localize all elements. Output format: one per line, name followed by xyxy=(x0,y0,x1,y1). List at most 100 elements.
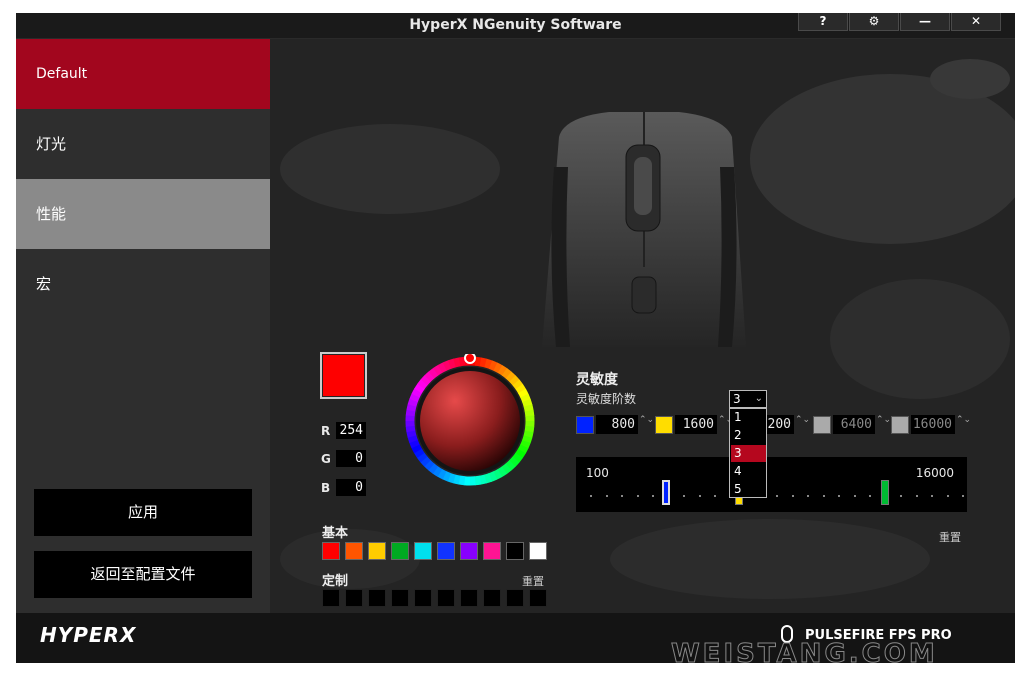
slider-tick xyxy=(636,495,639,497)
sidebar: Default 灯光 性能 宏 应用 返回至配置文件 xyxy=(16,39,270,613)
dpi-stage-value[interactable]: 6400 xyxy=(833,415,875,434)
dpi-stepper[interactable]: ⌃⌄ xyxy=(639,416,654,435)
basic-color-swatch[interactable] xyxy=(529,542,547,560)
slider-tick xyxy=(900,495,902,497)
dpi-stage-color-swatch[interactable] xyxy=(655,416,673,434)
custom-color-swatch[interactable] xyxy=(506,589,524,607)
slider-tick xyxy=(791,495,794,497)
minimize-button[interactable]: — xyxy=(900,13,950,31)
r-label: R xyxy=(321,424,331,438)
stage-count-option[interactable]: 4 xyxy=(731,463,766,480)
help-button[interactable]: ? xyxy=(798,13,848,31)
slider-min-label: 100 xyxy=(586,466,609,480)
slider-tick xyxy=(714,495,716,497)
settings-button[interactable]: ⚙ xyxy=(849,13,899,31)
stage-count-option[interactable]: 2 xyxy=(731,427,766,444)
stage-count-option[interactable]: 1 xyxy=(731,409,766,426)
custom-colors-label: 定制 xyxy=(322,574,349,589)
dpi-stage-color-swatch[interactable] xyxy=(813,416,831,434)
custom-reset-link[interactable]: 重置 xyxy=(522,573,544,589)
basic-color-swatch[interactable] xyxy=(322,542,340,560)
title-bar: HyperX NGenuity Software ? ⚙ — ✕ xyxy=(16,13,1015,39)
return-to-profile-button[interactable]: 返回至配置文件 xyxy=(34,551,252,598)
slider-tick xyxy=(776,495,778,497)
custom-color-swatch[interactable] xyxy=(529,589,547,607)
dpi-stepper[interactable]: ⌃⌄ xyxy=(795,416,810,435)
sensitivity-title: 灵敏度 xyxy=(576,372,618,388)
dpi-stage-value[interactable]: 800 xyxy=(596,415,638,434)
g-input[interactable]: 0 xyxy=(336,450,366,467)
slider-tick xyxy=(822,495,825,497)
slider-tick xyxy=(931,495,933,497)
hyperx-logo: HYPERX xyxy=(40,623,136,647)
basic-color-swatch[interactable] xyxy=(414,542,432,560)
slider-tick xyxy=(946,495,949,497)
mouse-image xyxy=(542,112,746,347)
slider-tick xyxy=(652,495,654,497)
custom-color-swatch[interactable] xyxy=(368,589,386,607)
dpi-stepper[interactable]: ⌃⌄ xyxy=(956,416,971,435)
dpi-stage-color-swatch[interactable] xyxy=(891,416,909,434)
basic-color-swatch[interactable] xyxy=(506,542,524,560)
custom-color-swatch[interactable] xyxy=(322,589,340,607)
slider-tick xyxy=(962,495,964,497)
close-button[interactable]: ✕ xyxy=(951,13,1001,31)
slider-tick xyxy=(590,495,592,497)
slider-stage-marker[interactable] xyxy=(881,480,890,505)
stage-count-option[interactable]: 3 xyxy=(731,445,766,462)
dpi-reset-link[interactable]: 重置 xyxy=(939,529,961,545)
dpi-stepper[interactable]: ⌃⌄ xyxy=(876,416,891,435)
dpi-stage-value[interactable]: 1600 xyxy=(675,415,717,434)
b-input[interactable]: 0 xyxy=(336,479,366,496)
watermark: WEISTANG.COM xyxy=(671,639,938,664)
basic-color-swatch[interactable] xyxy=(483,542,501,560)
main-panel: R 254 G 0 B 0 基本 定制 重置 灵敏度 灵敏度阶数 800 ⌃⌄ … xyxy=(270,39,1015,613)
footer-bar: HYPERX PULSEFIRE FPS PRO WEISTANG.COM xyxy=(16,613,1015,663)
slider-tick xyxy=(605,495,608,497)
stage-count-value: 3 xyxy=(733,392,741,406)
basic-colors-label: 基本 xyxy=(322,526,349,541)
custom-color-swatch[interactable] xyxy=(460,589,478,607)
g-label: G xyxy=(321,452,331,466)
basic-color-swatch[interactable] xyxy=(368,542,386,560)
basic-color-swatch[interactable] xyxy=(391,542,409,560)
b-label: B xyxy=(321,481,331,495)
dpi-stage-value[interactable]: 16000 xyxy=(911,415,955,434)
app-window: HyperX NGenuity Software ? ⚙ — ✕ Default… xyxy=(16,13,1015,663)
stage-count-dropdown-list: 12345 xyxy=(729,408,767,498)
basic-color-swatch[interactable] xyxy=(460,542,478,560)
brand-text: HYPERX xyxy=(40,623,137,647)
sidebar-item-macro[interactable]: 宏 xyxy=(16,249,270,319)
slider-max-label: 16000 xyxy=(915,466,954,480)
slider-tick xyxy=(869,495,871,497)
slider-tick xyxy=(698,495,701,497)
dpi-stage-color-swatch[interactable] xyxy=(576,416,594,434)
slider-tick xyxy=(853,495,856,497)
custom-color-swatch[interactable] xyxy=(345,589,363,607)
current-color-fill xyxy=(323,355,364,396)
dpi-slider[interactable]: 100 16000 xyxy=(576,457,967,512)
apply-button[interactable]: 应用 xyxy=(34,489,252,536)
slider-tick xyxy=(838,495,840,497)
sidebar-item-lighting[interactable]: 灯光 xyxy=(16,109,270,179)
sidebar-item-performance[interactable]: 性能 xyxy=(16,179,270,249)
stage-count-select[interactable]: 3 ⌄ xyxy=(729,390,767,408)
color-wheel[interactable] xyxy=(403,354,537,488)
slider-tick xyxy=(915,495,918,497)
custom-color-swatch[interactable] xyxy=(391,589,409,607)
slider-tick xyxy=(807,495,809,497)
profile-default[interactable]: Default xyxy=(16,39,270,109)
dpi-stepper[interactable]: ⌃⌄ xyxy=(718,416,733,435)
basic-color-swatch[interactable] xyxy=(437,542,455,560)
slider-tick xyxy=(621,495,623,497)
slider-tick xyxy=(683,495,685,497)
basic-color-swatch[interactable] xyxy=(345,542,363,560)
stage-count-option[interactable]: 5 xyxy=(731,481,766,498)
chevron-down-icon: ⌄ xyxy=(754,393,763,404)
custom-color-swatch[interactable] xyxy=(483,589,501,607)
r-input[interactable]: 254 xyxy=(336,422,366,439)
slider-stage-marker[interactable] xyxy=(661,480,670,505)
custom-color-swatch[interactable] xyxy=(414,589,432,607)
custom-color-swatch[interactable] xyxy=(437,589,455,607)
sensitivity-stages-label: 灵敏度阶数 xyxy=(576,392,637,406)
